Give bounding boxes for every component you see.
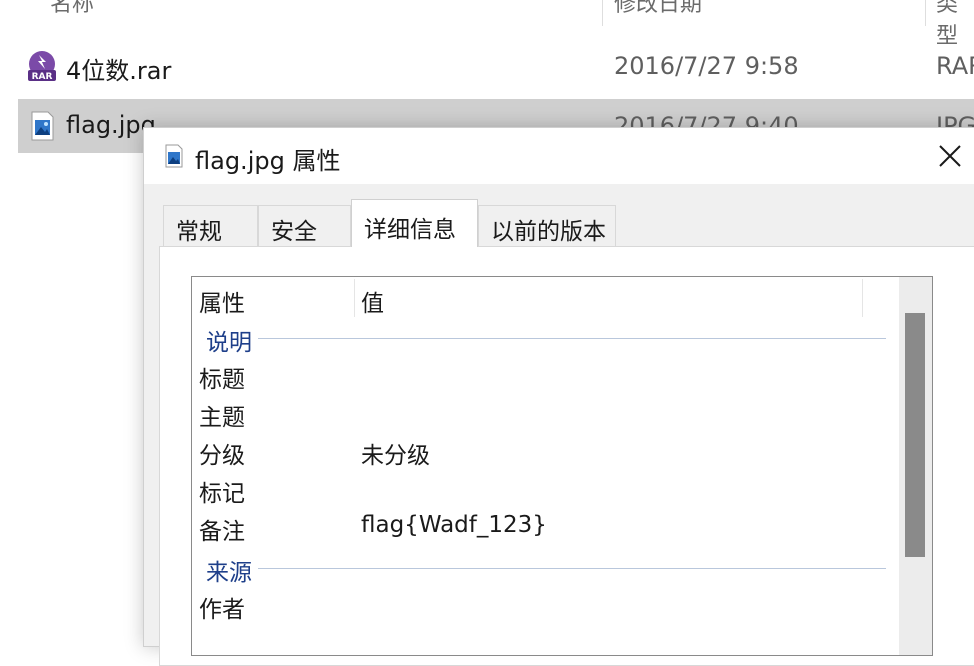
- property-name: 主题: [199, 405, 245, 431]
- properties-dialog: flag.jpg 属性 常规 安全 详细信息 以前的版本 属性 值 说明 标题: [143, 127, 974, 666]
- vertical-scrollbar[interactable]: [899, 277, 932, 655]
- property-value[interactable]: flag{Wadf_123}: [361, 512, 547, 538]
- column-divider[interactable]: [602, 0, 603, 26]
- property-name: 作者: [199, 597, 245, 623]
- list-header: 属性 值: [192, 277, 899, 319]
- tab-general[interactable]: 常规: [163, 205, 258, 247]
- group-origin[interactable]: 来源: [206, 551, 886, 587]
- file-row-rar[interactable]: RAR 4位数.rar 2016/7/27 9:58 RAR: [18, 39, 974, 93]
- svg-text:RAR: RAR: [32, 72, 53, 82]
- column-header-type[interactable]: 类型: [936, 0, 974, 49]
- column-divider[interactable]: [862, 279, 863, 317]
- group-description[interactable]: 说明: [206, 321, 886, 357]
- column-header-date[interactable]: 修改日期: [614, 0, 702, 20]
- column-header-value[interactable]: 值: [361, 284, 384, 318]
- tab-details[interactable]: 详细信息: [351, 199, 478, 247]
- list-item[interactable]: 标记: [192, 470, 899, 508]
- property-value[interactable]: 未分级: [361, 436, 430, 470]
- column-divider[interactable]: [925, 0, 926, 26]
- dialog-title: flag.jpg 属性: [195, 147, 341, 175]
- column-header-property[interactable]: 属性: [199, 284, 245, 318]
- dialog-titlebar[interactable]: flag.jpg 属性: [144, 128, 974, 184]
- group-divider: [256, 568, 886, 569]
- scrollbar-thumb[interactable]: [905, 313, 925, 557]
- tab-previous-versions[interactable]: 以前的版本: [478, 205, 616, 247]
- properties-list[interactable]: 属性 值 说明 标题 主题 分级 未分级 标记 备注 flag{Wadf_123…: [191, 276, 933, 656]
- group-divider: [256, 338, 886, 339]
- property-name: 备注: [199, 519, 245, 545]
- column-divider[interactable]: [354, 279, 355, 317]
- group-label: 说明: [206, 323, 258, 357]
- image-file-icon: [31, 111, 54, 141]
- list-item[interactable]: 标题: [192, 356, 899, 394]
- property-name: 分级: [199, 443, 245, 469]
- file-type: RAR: [936, 52, 974, 80]
- tab-security[interactable]: 安全: [258, 205, 351, 247]
- file-date: 2016/7/27 9:58: [614, 52, 799, 80]
- list-item[interactable]: 作者: [192, 586, 899, 624]
- rar-archive-icon: RAR: [28, 51, 56, 82]
- details-panel: 属性 值 说明 标题 主题 分级 未分级 标记 备注 flag{Wadf_123…: [159, 246, 974, 666]
- list-item[interactable]: 分级 未分级: [192, 432, 899, 470]
- list-item[interactable]: 备注 flag{Wadf_123}: [192, 508, 899, 546]
- close-icon[interactable]: [934, 140, 966, 172]
- property-name: 标题: [199, 367, 245, 393]
- group-label: 来源: [206, 553, 258, 587]
- list-item[interactable]: 主题: [192, 394, 899, 432]
- file-name[interactable]: 4位数.rar: [66, 51, 171, 86]
- property-name: 标记: [199, 481, 245, 507]
- image-file-icon: [165, 144, 183, 168]
- column-header-name[interactable]: 名称: [50, 0, 94, 20]
